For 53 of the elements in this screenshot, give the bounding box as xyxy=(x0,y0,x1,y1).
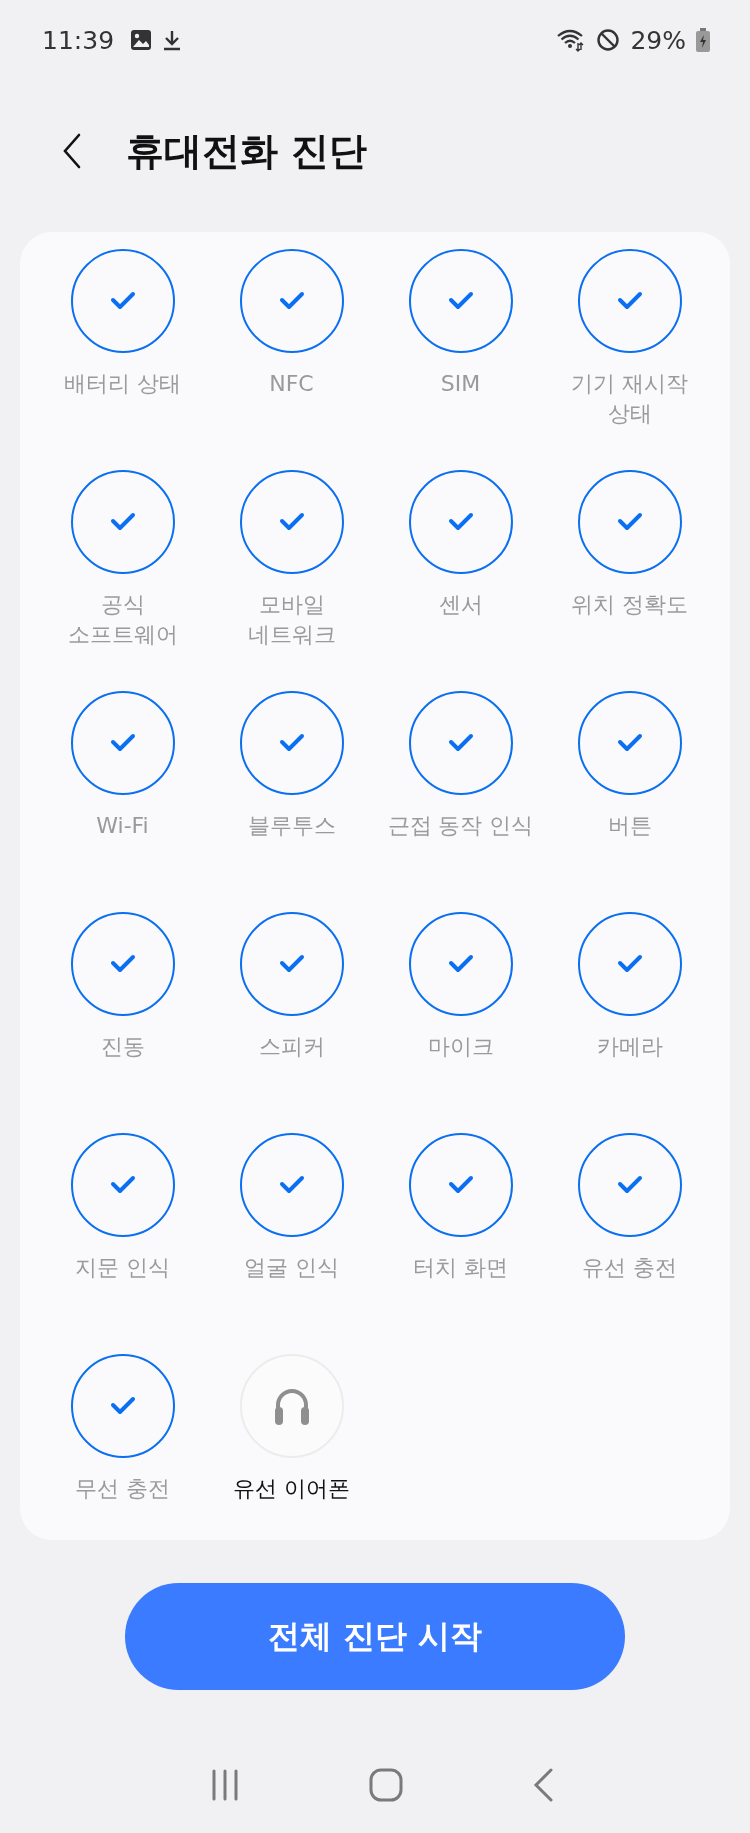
test-label: 스피커 xyxy=(257,1033,326,1061)
test-label: 배터리 상태 xyxy=(63,370,182,398)
check-icon xyxy=(447,733,474,753)
check-icon xyxy=(278,954,305,974)
test-label: 센서 xyxy=(437,591,484,619)
test-label: Wi-Fi xyxy=(95,812,150,840)
check-icon xyxy=(109,1396,136,1416)
test-label: 모바일 네트워크 xyxy=(246,591,337,649)
blocked-icon xyxy=(596,28,621,52)
test-label: 공식 소프트웨어 xyxy=(66,591,179,649)
test-label: NFC xyxy=(268,370,315,398)
check-icon xyxy=(447,291,474,311)
check-icon xyxy=(616,954,643,974)
check-icon xyxy=(109,512,136,532)
test-label: 진동 xyxy=(99,1033,146,1061)
check-icon xyxy=(616,512,643,532)
test-label: 버튼 xyxy=(606,812,653,840)
test-label: 위치 정확도 xyxy=(570,591,689,619)
check-icon xyxy=(616,733,643,753)
check-icon xyxy=(278,291,305,311)
test-label: 지문 인식 xyxy=(74,1254,171,1282)
check-icon xyxy=(616,291,643,311)
check-icon xyxy=(278,512,305,532)
check-icon xyxy=(616,1175,643,1195)
check-icon xyxy=(109,291,136,311)
check-icon xyxy=(109,733,136,753)
start-diagnosis-button[interactable]: 전체 진단 시작 xyxy=(125,1583,625,1690)
check-icon xyxy=(278,733,305,753)
page-title: 휴대전화 진단 xyxy=(126,127,368,175)
test-label: 유선 이어폰 xyxy=(232,1475,351,1503)
test-label: 블루투스 xyxy=(246,812,337,840)
test-label: 터치 화면 xyxy=(412,1254,509,1282)
check-icon xyxy=(447,954,474,974)
status-time: 11:39 xyxy=(42,25,115,55)
test-label: 무선 충전 xyxy=(74,1475,171,1503)
check-icon xyxy=(109,1175,136,1195)
test-label: 근접 동작 인식 xyxy=(386,812,535,840)
battery-icon xyxy=(696,28,710,52)
check-icon xyxy=(109,954,136,974)
test-label: 얼굴 인식 xyxy=(243,1254,340,1282)
test-label: SIM xyxy=(439,370,482,398)
download-icon xyxy=(162,29,183,51)
image-icon xyxy=(130,29,153,51)
home-icon[interactable] xyxy=(369,1768,404,1802)
check-icon xyxy=(278,1175,305,1195)
test-label: 카메라 xyxy=(595,1033,664,1061)
back-icon[interactable] xyxy=(62,133,82,169)
test-label: 마이크 xyxy=(426,1033,495,1061)
test-label: 기기 재시작 상태 xyxy=(570,370,689,428)
check-icon xyxy=(447,1175,474,1195)
battery-percent: 29% xyxy=(630,25,686,55)
check-icon xyxy=(447,512,474,532)
test-label: 유선 충전 xyxy=(581,1254,678,1282)
